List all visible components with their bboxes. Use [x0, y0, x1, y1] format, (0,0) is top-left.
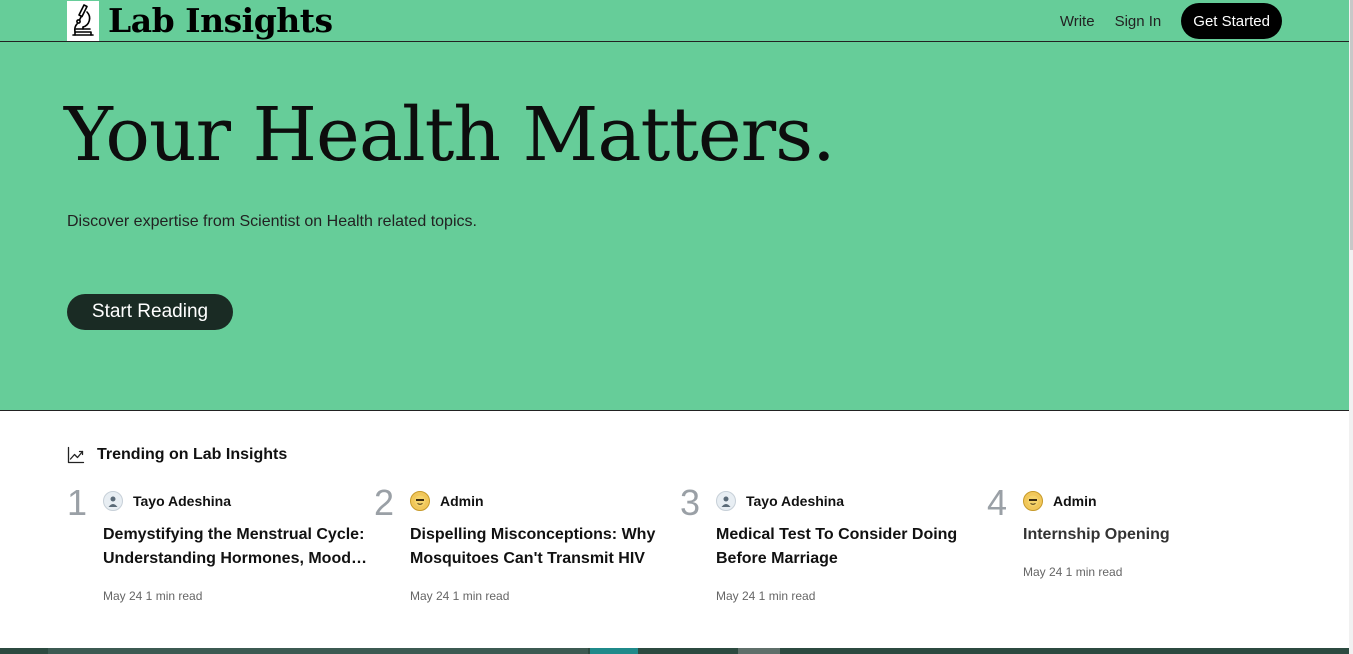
author-row[interactable]: Admin — [1023, 490, 1097, 512]
trending-up-icon — [67, 446, 85, 464]
main-nav: Write Sign In Get Started — [1060, 3, 1282, 39]
trending-title: Trending on Lab Insights — [97, 446, 288, 463]
trending-rank: 2 — [374, 482, 395, 523]
hero-title: Your Health Matters. — [64, 92, 836, 178]
author-name: Admin — [440, 493, 484, 509]
avatar — [716, 491, 736, 511]
article-meta: May 24 1 min read — [410, 589, 510, 603]
article-title[interactable]: Demystifying the Menstrual Cycle: Unders… — [103, 523, 371, 571]
avatar — [103, 491, 123, 511]
author-name: Admin — [1053, 493, 1097, 509]
article-meta: May 24 1 min read — [1023, 565, 1123, 579]
trending-rank: 3 — [680, 482, 701, 523]
author-row[interactable]: Tayo Adeshina — [103, 490, 231, 512]
article-title[interactable]: Medical Test To Consider Doing Before Ma… — [716, 523, 984, 571]
top-navbar: Lab Insights Write Sign In Get Started — [0, 0, 1349, 42]
sign-in-link[interactable]: Sign In — [1115, 13, 1162, 30]
brand-name: Lab Insights — [108, 1, 333, 40]
avatar — [410, 491, 430, 511]
trending-list: 1 Tayo Adeshina Demystifying the Menstru… — [67, 482, 1282, 612]
author-name: Tayo Adeshina — [133, 493, 232, 509]
trending-header: Trending on Lab Insights — [67, 444, 287, 466]
get-started-button[interactable]: Get Started — [1181, 3, 1282, 39]
preview-segment — [48, 648, 588, 654]
write-link[interactable]: Write — [1060, 13, 1095, 30]
author-name: Tayo Adeshina — [746, 493, 845, 509]
trending-rank: 4 — [987, 482, 1008, 523]
hero-subtitle: Discover expertise from Scientist on Hea… — [67, 213, 477, 230]
next-section-preview — [0, 648, 1349, 654]
article-title[interactable]: Dispelling Misconceptions: Why Mosquitoe… — [410, 523, 678, 571]
article-title[interactable]: Internship Opening — [1023, 523, 1291, 547]
hero-section: Your Health Matters. Discover expertise … — [0, 42, 1349, 411]
preview-segment — [738, 648, 780, 654]
article-meta: May 24 1 min read — [103, 589, 203, 603]
brand-logo[interactable]: Lab Insights — [67, 1, 333, 41]
trending-item[interactable]: 3 Tayo Adeshina Medical Test To Consider… — [680, 482, 980, 612]
avatar — [1023, 491, 1043, 511]
article-meta: May 24 1 min read — [716, 589, 816, 603]
start-reading-button[interactable]: Start Reading — [67, 294, 233, 330]
page: Lab Insights Write Sign In Get Started Y… — [0, 0, 1349, 654]
preview-segment — [590, 648, 638, 654]
author-row[interactable]: Admin — [410, 490, 484, 512]
microscope-icon — [67, 1, 99, 41]
trending-rank: 1 — [67, 482, 88, 523]
trending-item[interactable]: 4 Admin Internship Opening May 24 1 min … — [987, 482, 1287, 612]
trending-item[interactable]: 2 Admin Dispelling Misconceptions: Why M… — [374, 482, 674, 612]
trending-item[interactable]: 1 Tayo Adeshina Demystifying the Menstru… — [67, 482, 367, 612]
author-row[interactable]: Tayo Adeshina — [716, 490, 844, 512]
